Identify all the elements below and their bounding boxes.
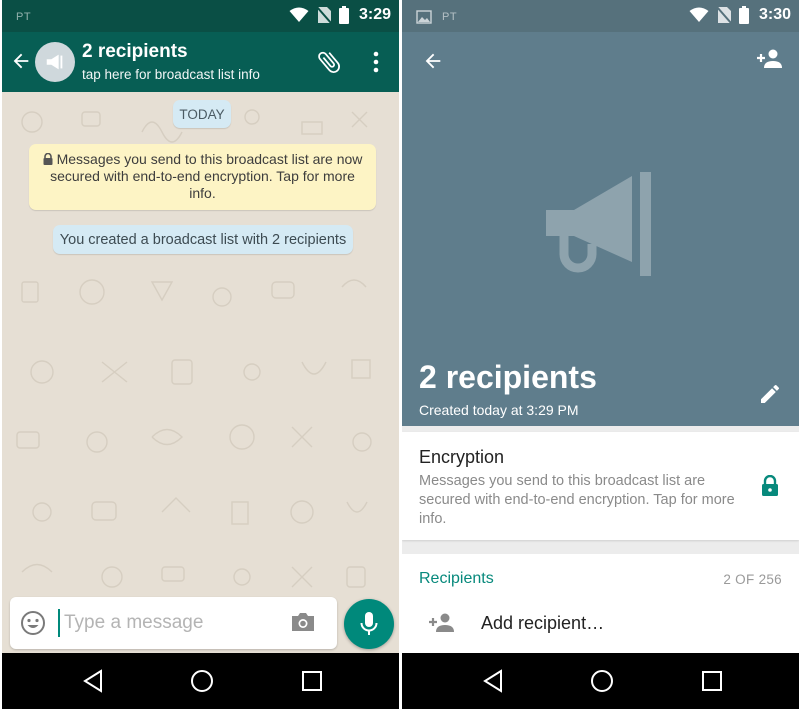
- date-chip: TODAY: [173, 100, 231, 128]
- status-bar: PT 3:29: [2, 0, 399, 32]
- created-date: Created today at 3:29 PM: [419, 402, 579, 418]
- nav-recents-icon[interactable]: [301, 670, 323, 692]
- status-time: 3:30: [758, 6, 791, 23]
- image-notification-icon: [416, 10, 432, 24]
- no-sim-icon: [316, 6, 332, 24]
- wifi-icon: [289, 7, 309, 22]
- carrier-label: PT: [442, 11, 458, 23]
- more-vertical-icon[interactable]: [368, 50, 384, 74]
- nav-back-icon[interactable]: [482, 669, 504, 693]
- add-person-icon[interactable]: [756, 47, 784, 71]
- back-arrow-icon[interactable]: [422, 50, 444, 72]
- recipients-count: 2 OF 256: [723, 572, 782, 587]
- lock-icon: [762, 475, 778, 496]
- add-recipient-label: Add recipient…: [481, 613, 605, 633]
- nav-bar: [402, 653, 799, 709]
- chat-area[interactable]: TODAY Messages you send to this broadcas…: [2, 92, 399, 653]
- camera-icon[interactable]: [290, 611, 316, 633]
- nav-bar: [2, 653, 399, 709]
- edit-icon[interactable]: [758, 382, 782, 406]
- broadcast-avatar[interactable]: [35, 42, 75, 82]
- broadcast-title: 2 recipients: [419, 359, 597, 395]
- broadcast-info-header: 2 recipients Created today at 3:29 PM: [402, 32, 799, 426]
- encryption-description: Messages you send to this broadcast list…: [419, 473, 735, 527]
- nav-back-icon[interactable]: [82, 669, 104, 693]
- nav-home-icon[interactable]: [589, 668, 615, 694]
- paperclip-icon[interactable]: [315, 48, 343, 76]
- add-person-icon: [429, 613, 454, 632]
- message-composer[interactable]: [10, 597, 337, 649]
- recipients-card: Recipients 2 OF 256 Add recipient…: [402, 554, 799, 654]
- status-bar: PT 3:30: [402, 0, 799, 32]
- system-message: You created a broadcast list with 2 reci…: [53, 225, 353, 254]
- emoji-icon[interactable]: [20, 610, 46, 636]
- status-time: 3:29: [358, 6, 391, 23]
- encryption-notice[interactable]: Messages you send to this broadcast list…: [29, 144, 376, 210]
- chat-screen: PT 3:29 2 recipients tap here for broadc…: [2, 0, 399, 709]
- message-input[interactable]: [58, 609, 280, 637]
- back-arrow-icon[interactable]: [10, 50, 32, 72]
- mic-button[interactable]: [344, 599, 394, 649]
- battery-icon: [738, 6, 749, 24]
- megaphone-icon: [546, 172, 651, 276]
- nav-home-icon[interactable]: [189, 668, 215, 694]
- chat-header[interactable]: 2 recipients tap here for broadcast list…: [2, 32, 399, 92]
- chat-title[interactable]: 2 recipients: [82, 41, 188, 63]
- wifi-icon: [689, 7, 709, 22]
- lock-icon: [43, 153, 53, 165]
- add-recipient-button[interactable]: Add recipient…: [402, 602, 799, 646]
- megaphone-avatar-icon: [46, 54, 63, 70]
- mic-icon: [360, 612, 378, 635]
- encryption-title: Encryption: [419, 447, 505, 467]
- recipients-title: Recipients: [419, 570, 494, 587]
- battery-icon: [338, 6, 349, 24]
- carrier-label: PT: [16, 11, 32, 23]
- encryption-notice-text: Messages you send to this broadcast list…: [50, 151, 363, 201]
- no-sim-icon: [716, 6, 732, 24]
- chat-subtitle[interactable]: tap here for broadcast list info: [82, 67, 260, 82]
- broadcast-info-screen: PT 3:30 2 recipients Created today at 3:…: [402, 0, 799, 709]
- encryption-card[interactable]: Encryption Messages you send to this bro…: [402, 432, 799, 540]
- nav-recents-icon[interactable]: [701, 670, 723, 692]
